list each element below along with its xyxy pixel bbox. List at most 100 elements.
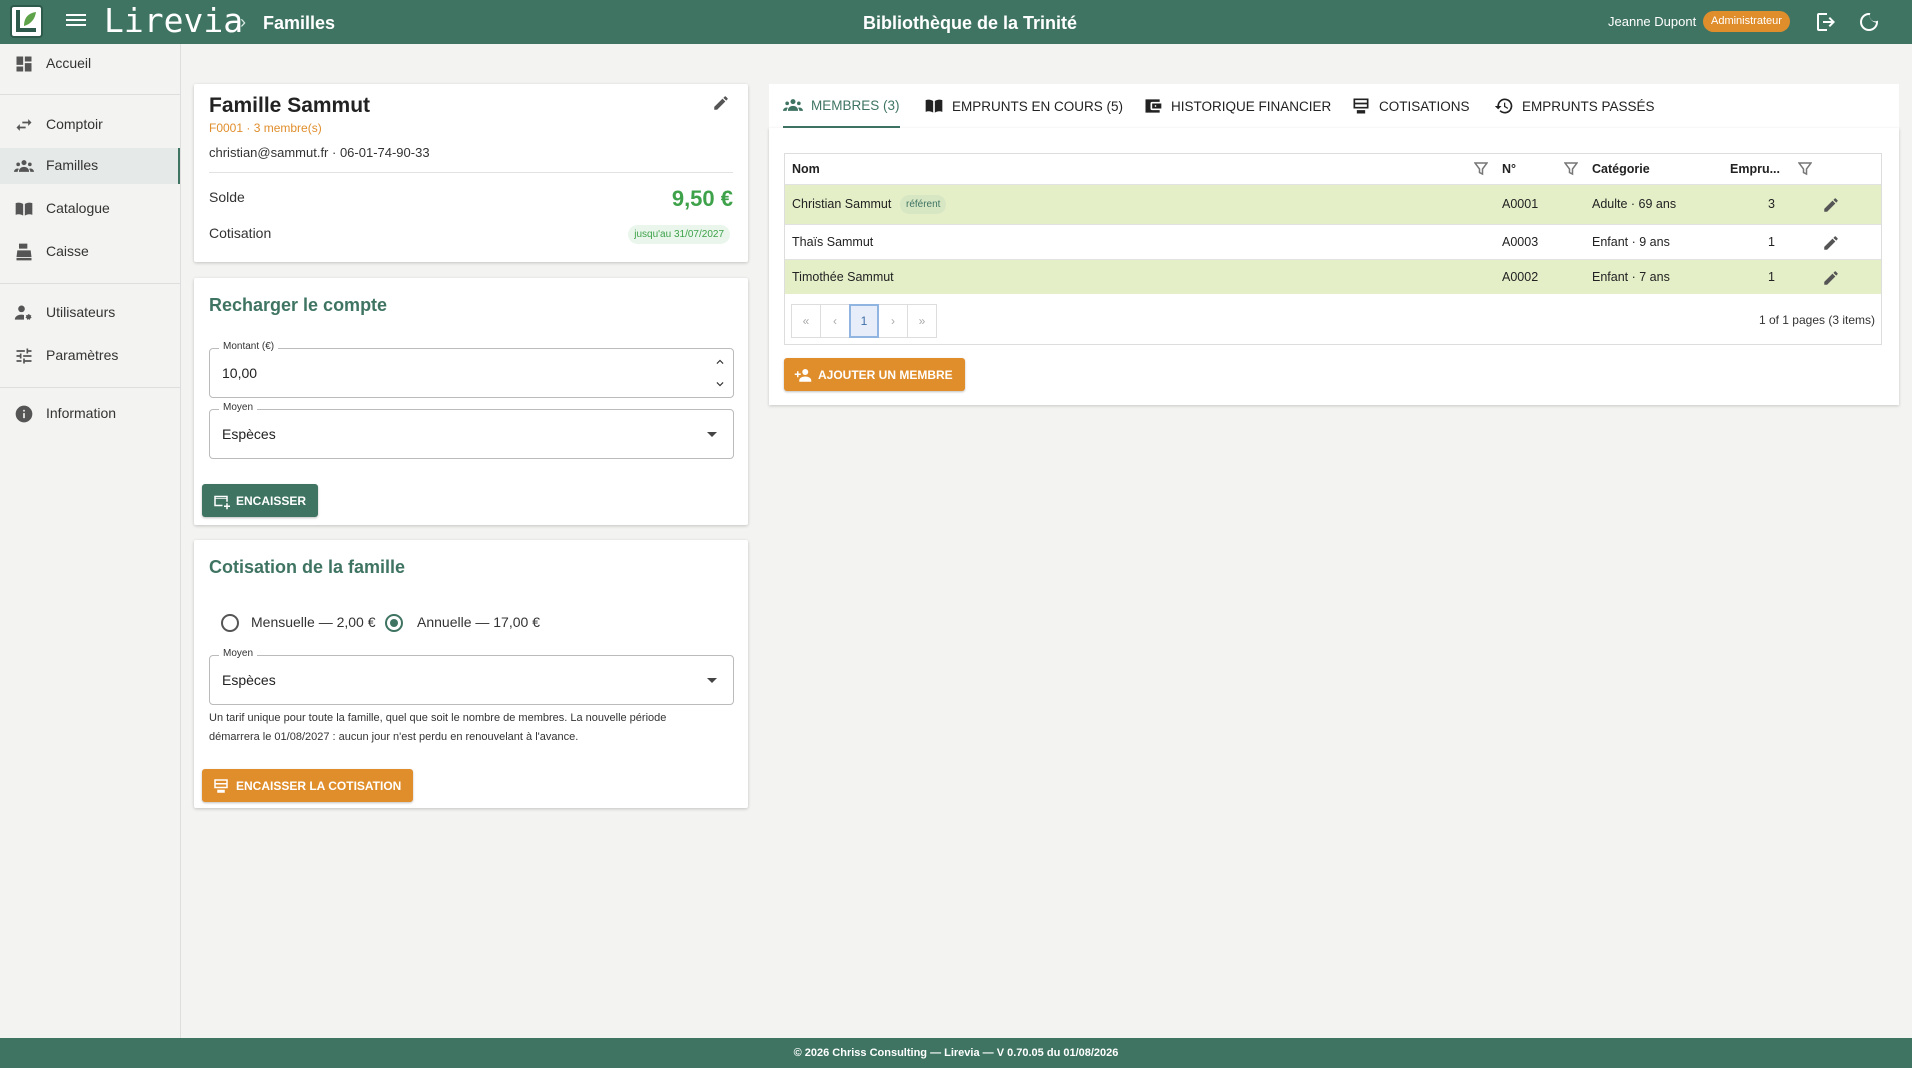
edit-icon[interactable] bbox=[712, 94, 730, 112]
tab-emprunts-en-cours[interactable]: EMPRUNTS EN COURS (5) bbox=[924, 84, 1123, 128]
member-name: Timothée Sammut bbox=[792, 270, 894, 284]
chevron-down-icon[interactable] bbox=[707, 432, 717, 437]
user-settings-icon bbox=[14, 303, 34, 323]
first-page-button[interactable]: « bbox=[791, 304, 821, 338]
member-name: Thaïs Sammut bbox=[792, 235, 874, 249]
subscription-method-value: Espèces bbox=[222, 672, 276, 688]
field-label: Montant (€) bbox=[219, 341, 279, 352]
subscription-card: Cotisation de la famille Mensuelle — 2,0… bbox=[194, 540, 748, 808]
history-icon bbox=[1494, 98, 1513, 114]
sidebar-item-label: Familles bbox=[46, 157, 99, 173]
sidebar-item-comptoir[interactable]: Comptoir bbox=[0, 107, 180, 143]
footer: © 2026 Chriss Consulting — Lirevia — V 0… bbox=[0, 1038, 1912, 1068]
sidebar: Accueil Comptoir Familles Catalogue Cais… bbox=[0, 44, 181, 1038]
user-name: Jeanne Dupont bbox=[1608, 14, 1697, 29]
dark-mode-icon[interactable] bbox=[1857, 10, 1881, 34]
sidebar-item-label: Utilisateurs bbox=[46, 304, 116, 320]
tab-historique-financier[interactable]: HISTORIQUE FINANCIER bbox=[1143, 84, 1331, 128]
sidebar-item-utilisateurs[interactable]: Utilisateurs bbox=[0, 295, 180, 331]
tab-label: COTISATIONS bbox=[1379, 98, 1470, 114]
radio-yearly[interactable] bbox=[385, 614, 403, 632]
referent-badge: référent bbox=[900, 195, 947, 214]
add-member-button[interactable]: AJOUTER UN MEMBRE bbox=[784, 358, 965, 391]
tab-label: HISTORIQUE FINANCIER bbox=[1171, 98, 1332, 114]
tab-label: EMPRUNTS EN COURS (5) bbox=[952, 98, 1124, 114]
table-row[interactable]: Timothée Sammut A0002 Enfant · 7 ans 1 bbox=[785, 259, 1881, 294]
edit-icon[interactable] bbox=[1822, 196, 1840, 214]
table-row[interactable]: Thaïs Sammut A0003 Enfant · 9 ans 1 bbox=[785, 224, 1881, 259]
amount-value[interactable]: 10,00 bbox=[222, 365, 257, 381]
family-summary-card: Famille Sammut F0001 · 3 membre(s) chris… bbox=[194, 84, 748, 262]
role-badge: Administrateur bbox=[1703, 11, 1790, 32]
family-tabs: MEMBRES (3) EMPRUNTS EN COURS (5) HISTOR… bbox=[769, 84, 1899, 128]
app-logo-icon[interactable] bbox=[10, 5, 43, 38]
tune-icon bbox=[14, 346, 34, 366]
table-row[interactable]: Christian Sammut référent A0001 Adulte ·… bbox=[785, 184, 1881, 224]
sidebar-item-label: Paramètres bbox=[46, 347, 119, 363]
tab-cotisations[interactable]: COTISATIONS bbox=[1351, 84, 1470, 128]
sidebar-item-label: Accueil bbox=[46, 55, 92, 71]
family-contact: christian@sammut.fr · 06-01-74-90-33 bbox=[209, 145, 430, 160]
brand-name[interactable]: Lirevia bbox=[104, 1, 243, 40]
amount-field[interactable]: Montant (€) 10,00 bbox=[209, 341, 734, 398]
sidebar-item-caisse[interactable]: Caisse bbox=[0, 234, 180, 270]
increment-icon[interactable] bbox=[713, 355, 727, 369]
sidebar-item-catalogue[interactable]: Catalogue bbox=[0, 191, 180, 227]
column-header-number[interactable]: N° bbox=[1502, 154, 1516, 184]
chevron-down-icon[interactable] bbox=[707, 678, 717, 683]
family-id: F0001 · 3 membre(s) bbox=[209, 121, 322, 135]
member-loans: 1 bbox=[1768, 235, 1775, 249]
wallet-icon bbox=[1145, 99, 1162, 113]
sidebar-item-familles[interactable]: Familles bbox=[0, 148, 180, 184]
pay-subscription-button[interactable]: ENCAISSER LA COTISATION bbox=[202, 769, 414, 802]
page-button-current[interactable]: 1 bbox=[849, 304, 879, 338]
help-text-line: démarrera le 01/08/2027 : aucun jour n'e… bbox=[209, 731, 579, 743]
filter-icon[interactable] bbox=[1797, 162, 1813, 176]
divider bbox=[0, 387, 180, 388]
sidebar-item-label: Caisse bbox=[46, 243, 89, 259]
tab-emprunts-passes[interactable]: EMPRUNTS PASSÉS bbox=[1494, 84, 1655, 128]
prev-page-button[interactable]: ‹ bbox=[820, 304, 850, 338]
column-header-loans[interactable]: Empru... bbox=[1730, 154, 1780, 184]
filter-icon[interactable] bbox=[1563, 162, 1579, 176]
sidebar-item-label: Comptoir bbox=[46, 116, 103, 132]
payment-method-select[interactable]: Moyen Espèces bbox=[209, 402, 734, 459]
people-icon bbox=[14, 156, 34, 176]
subscription-method-select[interactable]: Moyen Espèces bbox=[209, 648, 734, 705]
tab-label: MEMBRES (3) bbox=[811, 97, 900, 113]
dashboard-icon bbox=[14, 54, 34, 74]
cash-in-button[interactable]: ENCAISSER bbox=[202, 484, 319, 517]
menu-icon[interactable] bbox=[66, 11, 86, 33]
radio-yearly-label[interactable]: Annuelle — 17,00 € bbox=[417, 614, 540, 630]
column-header-name[interactable]: Nom bbox=[792, 154, 820, 184]
column-header-category[interactable]: Catégorie bbox=[1592, 154, 1650, 184]
info-icon bbox=[14, 404, 34, 424]
sidebar-item-accueil[interactable]: Accueil bbox=[0, 46, 180, 82]
card-reader-icon bbox=[1353, 98, 1369, 114]
field-label: Moyen bbox=[219, 402, 258, 413]
edit-icon[interactable] bbox=[1822, 269, 1840, 287]
members-panel: Nom N° Catégorie Empru... Christian Samm… bbox=[769, 128, 1899, 405]
radio-monthly[interactable] bbox=[221, 614, 239, 632]
decrement-icon[interactable] bbox=[713, 377, 727, 391]
next-page-button[interactable]: › bbox=[878, 304, 908, 338]
last-page-button[interactable]: » bbox=[907, 304, 937, 338]
radio-monthly-label[interactable]: Mensuelle — 2,00 € bbox=[251, 614, 376, 630]
member-category: Adulte · 69 ans bbox=[1592, 197, 1677, 211]
sidebar-item-information[interactable]: Information bbox=[0, 396, 180, 432]
breadcrumb-current: Familles bbox=[263, 13, 336, 33]
balance-value: 9,50 € bbox=[671, 186, 733, 211]
tab-membres[interactable]: MEMBRES (3) bbox=[783, 84, 900, 128]
card-plus-icon bbox=[214, 495, 230, 509]
subscription-label: Cotisation bbox=[209, 225, 272, 241]
edit-icon[interactable] bbox=[1822, 234, 1840, 252]
logout-icon[interactable] bbox=[1814, 10, 1838, 34]
section-title: Cotisation de la famille bbox=[209, 557, 406, 577]
filter-icon[interactable] bbox=[1473, 162, 1489, 176]
book-icon bbox=[14, 199, 34, 219]
field-label: Moyen bbox=[219, 648, 258, 659]
swap-icon bbox=[14, 115, 34, 135]
sidebar-item-parametres[interactable]: Paramètres bbox=[0, 338, 180, 374]
sidebar-item-label: Catalogue bbox=[46, 200, 110, 216]
help-text-line: Un tarif unique pour toute la famille, q… bbox=[209, 712, 667, 724]
